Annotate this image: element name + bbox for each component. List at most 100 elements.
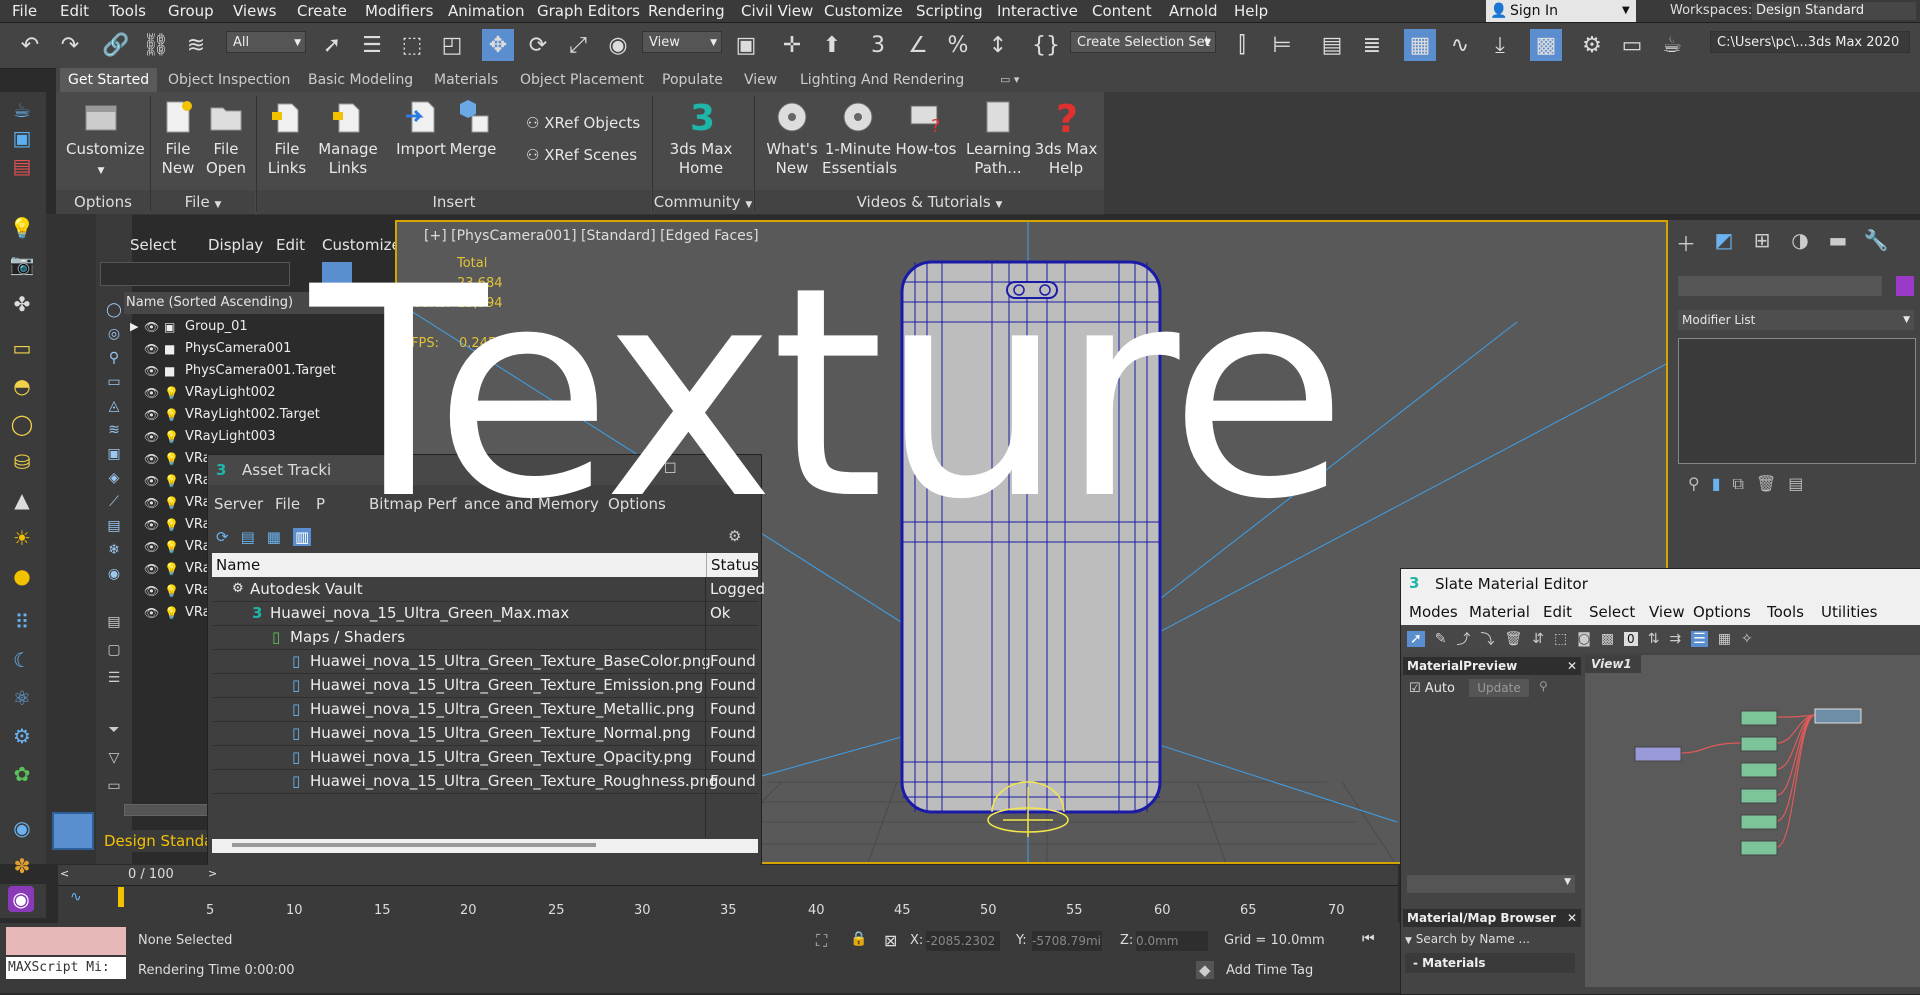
tab-get-started[interactable]: Get Started [60,68,158,92]
file-open-button[interactable]: File Open [204,92,248,178]
lock-icon[interactable]: 🔒 [850,931,867,947]
slate-menu-select[interactable]: Select [1589,599,1635,625]
tab-materials[interactable]: Materials [434,68,498,92]
asset-menu-paths[interactable]: P [316,495,325,513]
file-new-button[interactable]: File New [156,92,200,178]
bind-spacewarp-icon[interactable]: ≋ [180,29,212,61]
menu-file[interactable]: File [12,0,37,22]
add-time-tag[interactable]: Add Time Tag [1226,963,1313,978]
render-production-icon[interactable]: ☕ [1656,29,1688,61]
square-icon[interactable]: ▢ [100,636,128,664]
select-tool-icon[interactable]: ➚ [1407,631,1425,647]
horizontal-scrollbar[interactable] [212,839,758,853]
sign-in-dropdown[interactable]: 👤 Sign In ▼ [1486,0,1636,22]
percent-snap-icon[interactable]: % [942,29,974,61]
atom-icon[interactable]: ⚛ [8,684,36,712]
material-editor-icon[interactable]: ▩ [1530,29,1562,61]
eye-icon[interactable]: 👁 [144,536,159,558]
absolute-mode-icon[interactable]: ⊠ [884,931,897,950]
toggle-ribbon-icon[interactable]: ≣ [1356,29,1388,61]
create-icon[interactable]: ＋ [1672,228,1700,262]
asset-menu-server[interactable]: Server [214,495,263,513]
menu-rendering[interactable]: Rendering [648,0,725,22]
modifier-stack[interactable] [1678,338,1916,464]
utilities-icon[interactable]: 🔧 [1862,228,1890,262]
keyboard-shortcut-icon[interactable]: ⬆ [816,29,848,61]
curve-editor-icon[interactable]: ∿ [1444,29,1476,61]
move-icon[interactable]: ✥ [482,29,514,61]
hidden-filter-icon[interactable]: ◉ [100,560,128,588]
window-crossing-icon[interactable]: ◰ [436,29,468,61]
palette-icon[interactable]: ✽ [8,852,36,880]
slate-menu-view[interactable]: View [1649,599,1685,625]
render-setup-icon[interactable]: ⚙ [1576,29,1608,61]
node-view[interactable]: View1 [1585,655,1920,987]
show-end-result-icon[interactable]: ▮ [1712,474,1721,500]
scrollbar-thumb[interactable] [232,843,596,847]
align-icon[interactable]: ⊨ [1266,29,1298,61]
list-view-icon[interactable]: ▤ [241,528,255,546]
menu-modifiers[interactable]: Modifiers [365,0,433,22]
display-icon[interactable]: ▬ [1824,228,1852,262]
funnel-outline-icon[interactable]: ▽ [100,744,128,772]
menu-help[interactable]: Help [1234,0,1268,22]
asset-menu-memory[interactable]: ance and Memory [464,495,599,513]
hemisphere-icon[interactable]: ◓ [8,372,36,400]
select-by-name-icon[interactable]: ☰ [356,29,388,61]
explorer-menu-select[interactable]: Select [130,236,176,254]
eye-icon[interactable]: 👁 [144,492,159,514]
rect-selection-icon[interactable]: ⬚ [396,29,428,61]
hierarchy-icon[interactable]: ⊞ [1748,228,1776,262]
table-row[interactable]: ▯ Huawei_nova_15_Ultra_Green_Texture_Meta… [212,697,758,722]
plane-icon[interactable]: ▭ [8,334,36,362]
light-bulb-icon[interactable]: 💡 [8,214,36,242]
table-row[interactable]: ▯ Huawei_nova_15_Ultra_Green_Texture_Emis… [212,673,758,698]
explorer-search-input[interactable] [100,262,290,286]
scale-icon[interactable]: ⤢ [562,29,594,61]
mirror-icon[interactable]: ⫿ [1226,29,1258,61]
prev-frame-icon[interactable]: < [60,867,69,880]
schematic-view-icon[interactable]: ⤓ [1484,29,1516,61]
import-button[interactable]: Import [396,92,446,159]
menu-edit[interactable]: Edit [60,0,89,22]
maxscript-listener-top[interactable] [6,927,126,955]
asset-menu-file[interactable]: File [275,495,300,513]
edit-named-selection-icon[interactable]: {} [1030,29,1062,61]
close-icon[interactable]: ✕ [1567,657,1577,675]
x-coordinate-field[interactable]: -2085.2302 [926,931,1000,951]
doc-icon[interactable]: ▤ [100,608,128,636]
table-row[interactable]: ▯ Maps / Shaders [212,625,758,650]
header-status[interactable]: Status [706,553,759,577]
explorer-menu-display[interactable]: Display [208,236,263,254]
rendered-frame-icon[interactable]: ▭ [1616,29,1648,61]
tab-lighting-rendering[interactable]: Lighting And Rendering [800,68,964,92]
move-children-icon[interactable]: ⇵ [1532,631,1544,647]
show-map-icon[interactable]: ◙ [1577,631,1591,647]
expand-arrow-icon[interactable]: ▶ [130,316,138,338]
xref-objects-button[interactable]: ⚇ XRef Objects [526,114,640,132]
manage-links-button[interactable]: Manage Links [318,92,378,178]
slate-title-bar[interactable]: 3 Slate Material Editor [1401,569,1920,599]
explorer-scrollbar[interactable] [124,804,216,816]
preview-dropdown[interactable]: ▼ [1407,875,1575,893]
reference-coord-dropdown[interactable]: View ▼ [642,31,722,53]
eye-icon[interactable]: 👁 [144,382,159,404]
learning-path-button[interactable]: Learning Path... [966,92,1031,178]
nav-icon[interactable]: ✧ [1741,631,1753,647]
rotate-icon[interactable]: ⟳ [522,29,554,61]
layout-children-icon[interactable]: ⇉ [1669,631,1681,647]
options-icon[interactable]: ⚲ [1539,679,1548,693]
parameter-editor-icon[interactable]: ▦ [1718,631,1731,647]
plugin-icon[interactable]: ◉ [8,886,34,912]
hide-unused-icon[interactable]: ⬚ [1554,631,1567,647]
redo-icon[interactable]: ↷ [54,29,86,61]
menu-graph-editors[interactable]: Graph Editors [537,0,640,22]
eye-icon[interactable]: 👁 [144,448,159,470]
whats-new-button[interactable]: What's New [762,92,822,178]
eye-icon[interactable]: 👁 [144,470,159,492]
explorer-filter-button[interactable] [322,262,352,284]
tab-view[interactable]: View [744,68,777,92]
table-row[interactable]: ⚙ Autodesk Vault Logged [212,577,765,602]
selection-filter-dropdown[interactable]: All ▼ [226,31,306,53]
customize-button[interactable]: Customize ▼ [66,92,145,181]
